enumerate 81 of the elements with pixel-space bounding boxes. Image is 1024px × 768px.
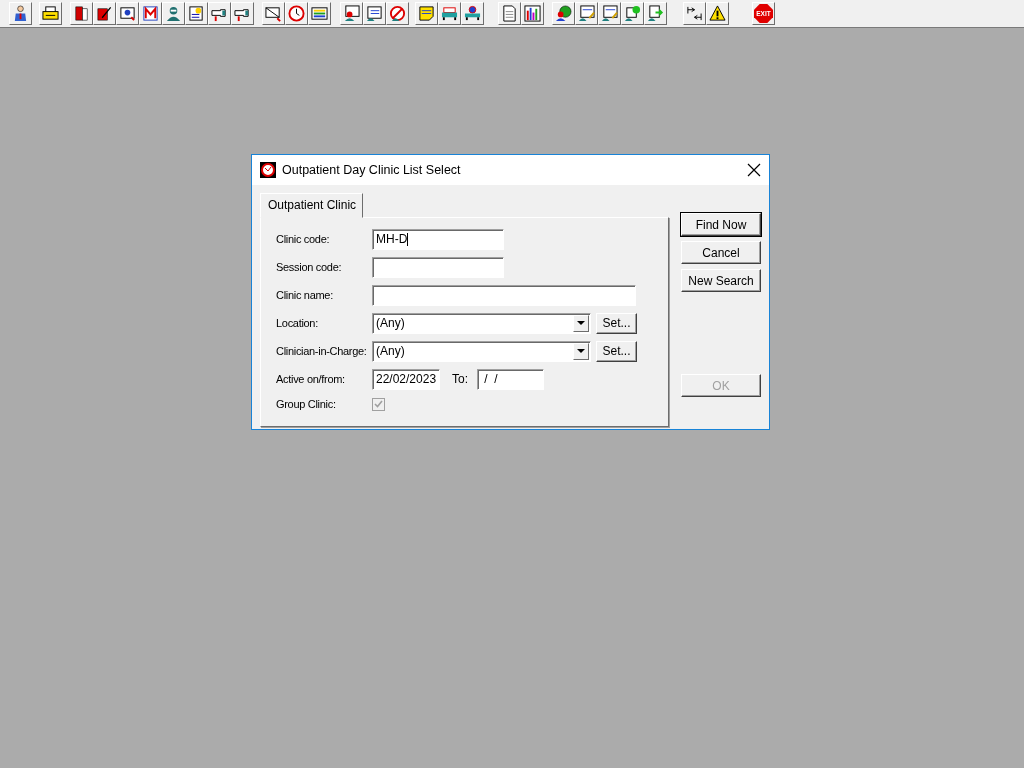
dialog-button[interactable]: New Search <box>681 269 761 292</box>
note-icon <box>188 5 205 22</box>
pointing-hand-button[interactable] <box>208 2 231 25</box>
m-letter-icon <box>142 5 159 22</box>
tab-arrows-icon <box>686 5 703 22</box>
envelope-icon <box>265 5 282 22</box>
bar-chart-icon <box>524 5 541 22</box>
dialog-button[interactable]: Find Now <box>681 213 761 236</box>
form-edit-button[interactable] <box>575 2 598 25</box>
tab[interactable]: Outpatient Clinic <box>260 193 364 218</box>
prohibition-icon <box>389 5 406 22</box>
pointing-hand-button[interactable] <box>231 2 254 25</box>
document-button[interactable] <box>498 2 521 25</box>
clock-icon <box>288 5 305 22</box>
field-label: Session code: <box>276 259 343 275</box>
book-icon <box>73 5 90 22</box>
date-field[interactable]: / / <box>477 368 544 390</box>
note-button[interactable] <box>185 2 208 25</box>
card-icon <box>119 5 136 22</box>
list-button[interactable] <box>308 2 331 25</box>
form-arrow-icon <box>647 5 664 22</box>
pen-button[interactable] <box>93 2 116 25</box>
document-icon <box>501 5 518 22</box>
bed-button[interactable] <box>438 2 461 25</box>
form-icon <box>366 5 383 22</box>
book-button[interactable] <box>70 2 93 25</box>
field-label: To: <box>452 371 468 388</box>
set-button[interactable]: Set... <box>596 312 637 334</box>
input-field[interactable]: MH-D <box>372 228 504 250</box>
field-label: Clinic name: <box>276 287 334 303</box>
patient-bed-button[interactable] <box>461 2 484 25</box>
form-edit-icon <box>578 5 595 22</box>
form-dot-icon <box>624 5 641 22</box>
dialog-title: Outpatient Day Clinic List Select <box>282 161 461 179</box>
bed-icon <box>441 5 458 22</box>
clock-button[interactable] <box>285 2 308 25</box>
field-label: Location: <box>276 315 319 331</box>
form-dot-button[interactable] <box>621 2 644 25</box>
dropdown[interactable]: (Any) <box>372 340 591 362</box>
form-edit-icon <box>601 5 618 22</box>
dialog-button[interactable]: Cancel <box>681 241 761 264</box>
bar-chart-button[interactable] <box>521 2 544 25</box>
doctor-icon <box>165 5 182 22</box>
warning-button[interactable] <box>706 2 729 25</box>
tab-arrows-button[interactable] <box>683 2 706 25</box>
form-button[interactable] <box>363 2 386 25</box>
field-label: Active on/from: <box>276 371 346 387</box>
field-label: Group Clinic: <box>276 396 337 412</box>
doctor-button[interactable] <box>162 2 185 25</box>
envelope-button[interactable] <box>262 2 285 25</box>
form-edit-button[interactable] <box>598 2 621 25</box>
warning-icon <box>709 5 726 22</box>
set-button[interactable]: Set... <box>596 340 637 362</box>
globe-person-button[interactable] <box>552 2 575 25</box>
monitor-person-icon <box>343 5 360 22</box>
m-letter-button[interactable] <box>139 2 162 25</box>
monitor-person-button[interactable] <box>340 2 363 25</box>
person-button[interactable] <box>9 2 32 25</box>
sticky-note-button[interactable] <box>415 2 438 25</box>
card-button[interactable] <box>116 2 139 25</box>
person-icon <box>12 5 29 22</box>
pen-icon <box>96 5 113 22</box>
form-arrow-button[interactable] <box>644 2 667 25</box>
printer-button[interactable] <box>39 2 62 25</box>
dropdown-arrow-icon <box>577 348 585 354</box>
globe-person-icon <box>555 5 572 22</box>
close-icon[interactable] <box>747 163 761 177</box>
list-icon <box>311 5 328 22</box>
printer-icon <box>42 5 59 22</box>
input-field[interactable] <box>372 256 504 278</box>
prohibition-button[interactable] <box>386 2 409 25</box>
patient-bed-icon <box>464 5 481 22</box>
dialog-button: OK <box>681 374 761 397</box>
clock-icon <box>260 162 276 178</box>
dropdown[interactable]: (Any) <box>372 312 591 334</box>
field-label: Clinic code: <box>276 231 331 247</box>
input-field[interactable] <box>372 284 636 306</box>
sticky-note-icon <box>418 5 435 22</box>
date-field[interactable]: 22/02/2023 <box>372 368 440 390</box>
dropdown-arrow-icon <box>577 320 585 326</box>
field-label: Clinician-in-Charge: <box>276 343 368 359</box>
